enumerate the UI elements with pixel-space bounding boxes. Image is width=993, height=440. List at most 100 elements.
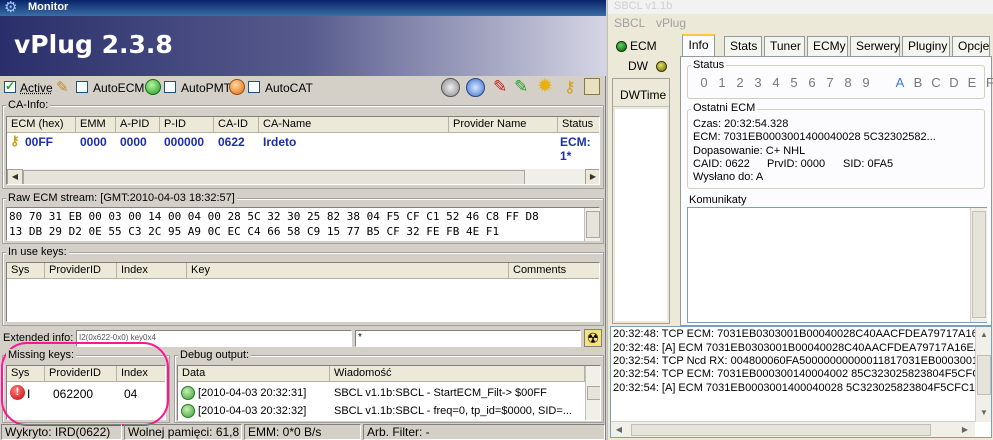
- status-letter-a: A: [895, 75, 905, 90]
- scroll-left-button[interactable]: ◀: [7, 169, 23, 184]
- in-use-keys-label: In use keys:: [6, 246, 69, 258]
- toolbar: Active ✎ AutoECM AutoPMT AutoCAT ✎ ✎ ✹ ⚷: [0, 75, 606, 99]
- caname-value: Irdeto: [263, 135, 297, 149]
- pid-value: 000000: [164, 135, 205, 149]
- tab-serwery[interactable]: Serwery: [850, 36, 900, 56]
- menu-bar: SBCL vPlug: [608, 14, 993, 32]
- col-status[interactable]: Status: [558, 117, 599, 133]
- scroll-right-button[interactable]: ▶: [957, 422, 973, 437]
- ecm-led-label: ECM: [630, 39, 657, 53]
- key-tool-icon[interactable]: ✎: [56, 78, 69, 96]
- autopmt-checkbox[interactable]: [164, 81, 176, 94]
- ecm-led-icon: [616, 41, 627, 52]
- info-icon: [181, 386, 195, 400]
- scroll-thumb[interactable]: [586, 211, 600, 238]
- active-checkbox[interactable]: [4, 79, 16, 94]
- debug-output-table[interactable]: Data Wiadomość [2010-04-03 20:32:31] SBC…: [177, 365, 601, 421]
- debug-row-2[interactable]: [2010-04-03 20:32:32] SBCL v1.1b:SBCL - …: [178, 403, 584, 420]
- komunikaty-box[interactable]: [687, 207, 987, 323]
- menu-sbcl[interactable]: SBCL: [614, 16, 645, 30]
- status-digit-9: 9: [862, 75, 870, 90]
- status-digit-5: 5: [790, 75, 798, 90]
- col-data[interactable]: Data: [178, 366, 330, 382]
- scroll-left-button[interactable]: ◀: [611, 422, 627, 437]
- key-icon: ⚷: [10, 133, 20, 148]
- log-line: 20:32:48: TCP ECM: 7031EB0303001B0004002…: [613, 328, 986, 340]
- log-panel[interactable]: 20:32:48: TCP ECM: 7031EB0303001B0004002…: [610, 326, 992, 438]
- menu-vplug[interactable]: vPlug: [656, 16, 686, 30]
- radiation-icon[interactable]: ☢: [584, 329, 602, 347]
- col-key[interactable]: Key: [187, 263, 509, 279]
- orange-status-icon[interactable]: [229, 79, 245, 95]
- debug-row-1[interactable]: [2010-04-03 20:32:31] SBCL v1.1b:SBCL - …: [178, 385, 584, 402]
- raw-ecm-vscrollbar[interactable]: [584, 208, 600, 241]
- ecm-value: 00FF: [25, 135, 54, 149]
- col-providerid[interactable]: ProviderID: [45, 263, 117, 279]
- log-line: 20:32:48: [A] ECM 7031EB0303001B00040028…: [613, 342, 982, 354]
- autoecm-label: AutoECM: [93, 81, 145, 95]
- status-letter-b: B: [913, 75, 923, 90]
- active-label: Active: [20, 81, 53, 95]
- extended-info-value: I2(0x622-0x0) key0x4: [79, 333, 156, 342]
- scroll-right-button[interactable]: ▶: [585, 169, 599, 184]
- sbcl-title-bar[interactable]: SBCL v1.1b: [608, 0, 993, 14]
- key-yellow-icon[interactable]: ⚷: [564, 77, 576, 97]
- col-index[interactable]: Index: [117, 263, 187, 279]
- dwtime-list[interactable]: [615, 109, 667, 321]
- autoecm-checkbox[interactable]: [76, 81, 88, 94]
- scroll-thumb[interactable]: [977, 355, 991, 395]
- sun-tool-icon[interactable]: ✹: [537, 75, 553, 98]
- debug-vscrollbar[interactable]: [585, 366, 600, 420]
- pencil-red-icon[interactable]: ✎: [493, 77, 507, 97]
- pencil-green-icon[interactable]: ✎: [514, 77, 528, 97]
- status-detected: Wykryto: IRD(0622): [1, 424, 122, 440]
- komunikaty-vscrollbar[interactable]: [970, 208, 987, 322]
- status-memory: Wolnej pamięci: 61,8: [124, 424, 242, 440]
- status-digit-1: 1: [718, 75, 726, 90]
- col-sys[interactable]: Sys: [7, 263, 45, 279]
- debug-date: [2010-04-03 20:32:31]: [198, 387, 307, 399]
- in-use-keys-table[interactable]: Sys ProviderID Index Key Comments: [6, 262, 600, 322]
- scroll-thumb[interactable]: [23, 170, 525, 184]
- scroll-down-button[interactable]: ▼: [976, 405, 991, 421]
- tab-tuner[interactable]: Tuner: [764, 36, 805, 56]
- tab-pluginy[interactable]: Pluginy: [902, 36, 950, 56]
- col-caid[interactable]: CA-ID: [214, 117, 259, 133]
- raw-ecm-box[interactable]: 80 70 31 EB 00 03 00 14 00 04 00 28 5C 3…: [6, 207, 600, 241]
- col-provider[interactable]: Provider Name: [449, 117, 558, 133]
- status-letter-f: F: [986, 75, 993, 90]
- autocat-checkbox[interactable]: [248, 81, 260, 94]
- ca-info-hscrollbar[interactable]: ◀ ▶: [7, 169, 599, 184]
- green-status-icon[interactable]: [145, 79, 161, 95]
- scroll-thumb[interactable]: [972, 211, 986, 318]
- tab-ecmy[interactable]: ECMy: [807, 36, 848, 56]
- log-vscrollbar[interactable]: ▲ ▼: [975, 327, 991, 422]
- col-caname[interactable]: CA-Name: [259, 117, 449, 133]
- extended-info-value-2: *: [358, 332, 362, 343]
- last-ecm-sid: SID: 0FA5: [843, 158, 894, 170]
- scroll-up-button[interactable]: ▲: [976, 327, 991, 343]
- monitor-title-bar[interactable]: ⚙ Monitor: [0, 0, 606, 16]
- tab-info[interactable]: Info: [682, 34, 715, 57]
- table-row[interactable]: ⚷ 00FF 0000 0000 000000 0622 Irdeto ECM:…: [7, 133, 599, 163]
- status-emm: EMM: 0*0 B/s: [244, 424, 361, 440]
- col-wiadomosc[interactable]: Wiadomość: [330, 366, 585, 382]
- last-ecm-match: Dopasowanie: C+ NHL: [693, 145, 806, 157]
- col-ecm[interactable]: ECM (hex): [7, 117, 76, 133]
- missing-keys-label: Missing keys:: [6, 349, 77, 361]
- ca-info-table[interactable]: ECM (hex) EMM A-PID P-ID CA-ID CA-Name P…: [6, 116, 600, 185]
- settings-tool-icon[interactable]: [441, 78, 460, 97]
- col-comments[interactable]: Comments: [509, 263, 599, 279]
- col-pid[interactable]: P-ID: [160, 117, 214, 133]
- tab-opcje[interactable]: Opcje: [952, 36, 990, 56]
- refresh-tool-icon[interactable]: [466, 78, 485, 97]
- lock-tool-icon[interactable]: [584, 78, 600, 95]
- log-hscrollbar[interactable]: ◀ ▶: [611, 421, 975, 437]
- status-digit-6: 6: [808, 75, 816, 90]
- scroll-thumb[interactable]: [587, 386, 600, 400]
- tab-stats[interactable]: Stats: [724, 36, 762, 56]
- col-emm[interactable]: EMM: [76, 117, 116, 133]
- scroll-thumb[interactable]: [631, 424, 931, 436]
- extended-info-field-2[interactable]: *: [355, 330, 581, 347]
- col-apid[interactable]: A-PID: [116, 117, 160, 133]
